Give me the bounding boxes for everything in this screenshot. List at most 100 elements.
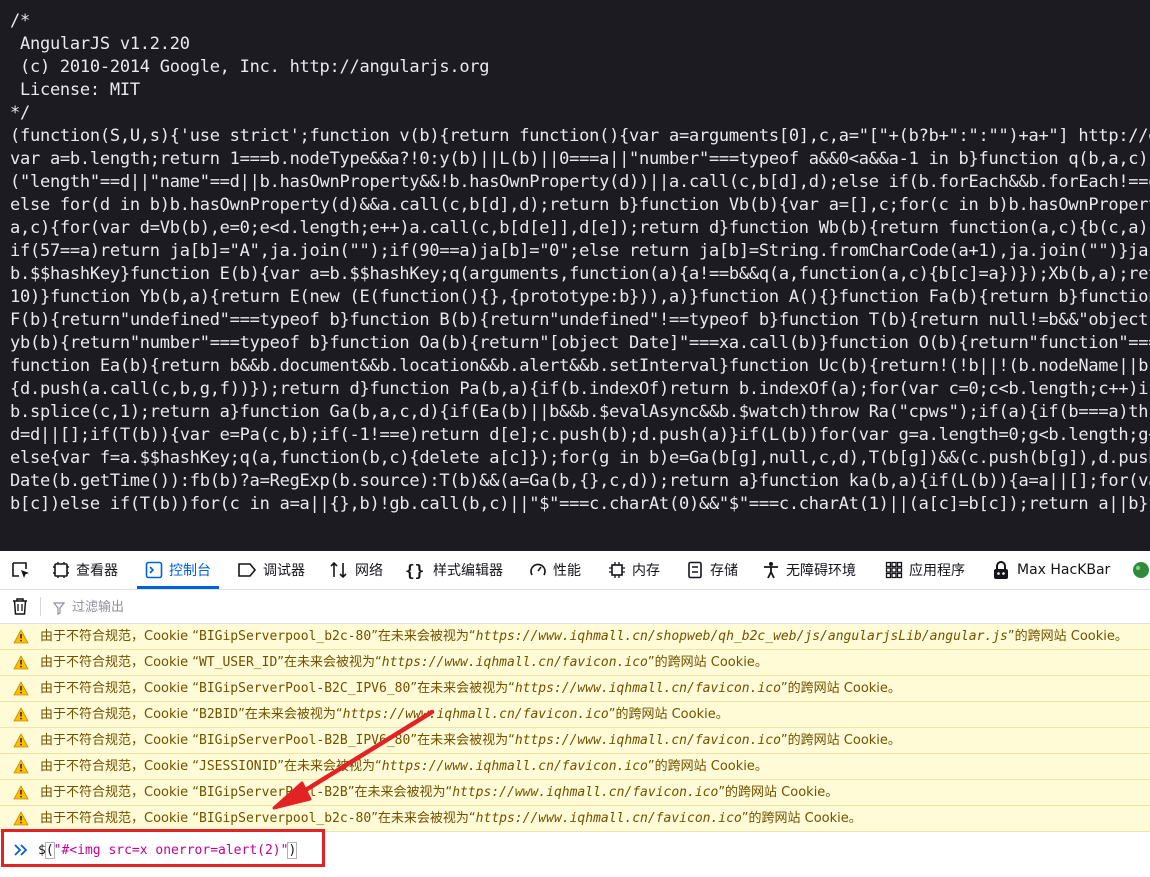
warning-prefix: 由于不符合规范，Cookie “ xyxy=(40,655,199,670)
warning-suffix: ”的跨网站 Cookie。 xyxy=(647,655,768,670)
warning-icon xyxy=(13,707,29,722)
extension-icon xyxy=(1133,562,1149,578)
tab-network-label: 网络 xyxy=(355,563,383,579)
input-close-paren: ) xyxy=(287,842,298,859)
tab-extension[interactable] xyxy=(1132,551,1150,589)
tab-debugger[interactable]: 调试器 xyxy=(237,551,305,589)
tab-style-editor[interactable]: {} 样式编辑器 xyxy=(405,551,503,589)
warning-prefix: 由于不符合规范，Cookie “ xyxy=(40,629,199,644)
tab-accessibility-label: 无障碍环境 xyxy=(786,563,856,579)
tab-max-hackbar[interactable]: Max HacKBar xyxy=(991,551,1110,589)
tab-memory-label: 内存 xyxy=(632,563,660,579)
cookie-name: BIGipServerPool-B2B_IPV6_80 xyxy=(199,733,411,748)
console-warning-message[interactable]: 由于不符合规范，Cookie “BIGipServerPool-B2B”在未来会… xyxy=(0,780,1150,806)
warning-icon xyxy=(13,681,29,696)
console-input-row[interactable]: $("#<img src=x onerror=alert(2)") xyxy=(0,834,1150,877)
tab-inspector[interactable]: 查看器 xyxy=(52,551,118,589)
source-code-line: else{var f=a.$$hashKey;q(a,function(b,c)… xyxy=(10,448,1150,468)
source-code-line: b.splice(c,1);return a}function Ga(b,a,c… xyxy=(10,402,1150,422)
tab-console-label: 控制台 xyxy=(169,563,211,579)
warning-url[interactable]: https://www.iqhmall.cn/favicon.ico xyxy=(343,707,609,722)
console-icon xyxy=(145,561,163,579)
clear-console-button[interactable] xyxy=(11,597,29,620)
warning-url[interactable]: https://www.iqhmall.cn/favicon.ico xyxy=(382,655,648,670)
cookie-name: B2BID xyxy=(199,707,239,722)
warning-suffix: ”的跨网站 Cookie。 xyxy=(780,733,901,748)
warning-middle: ”在未来会被视为“ xyxy=(410,733,515,748)
console-warning-message[interactable]: 由于不符合规范，Cookie “B2BID”在未来会被视为“https://ww… xyxy=(0,702,1150,728)
warning-middle: ”在未来会被视为“ xyxy=(347,785,453,800)
warning-text: 由于不符合规范，Cookie “BIGipServerPool-B2B_IPV6… xyxy=(40,728,901,753)
input-open-paren: ( xyxy=(44,842,55,859)
tab-console[interactable]: 控制台 xyxy=(137,551,219,589)
tab-application-label: 应用程序 xyxy=(909,563,965,579)
warning-url[interactable]: https://www.iqhmall.cn/shopweb/qh_b2c_we… xyxy=(476,629,1008,644)
tab-max-hackbar-label: Max HacKBar xyxy=(1017,562,1111,578)
source-code-line: yb(b){return"number"===typeof b}function… xyxy=(10,333,1150,353)
warning-suffix: ”的跨网站 Cookie。 xyxy=(647,759,768,774)
console-input[interactable]: $("#<img src=x onerror=alert(2)") xyxy=(38,841,298,861)
cookie-name: BIGipServerpool_b2c-80 xyxy=(199,811,372,826)
warning-text: 由于不符合规范，Cookie “B2BID”在未来会被视为“https://ww… xyxy=(40,702,729,727)
tab-debugger-label: 调试器 xyxy=(263,563,305,579)
console-warning-message[interactable]: 由于不符合规范，Cookie “WT_USER_ID”在未来会被视为“https… xyxy=(0,650,1150,676)
input-string-token: "#<img src=x onerror=alert(2)" xyxy=(53,843,289,858)
source-code-line: a,c){for(var d=Vb(b),e=0;e<d.length;e++)… xyxy=(10,218,1150,238)
warning-icon xyxy=(13,733,29,748)
source-code-line: {d.push(a.call(c,b,g,f))});return d}func… xyxy=(10,379,1150,399)
svg-text:{}: {} xyxy=(405,561,424,579)
warning-suffix: ”的跨网站 Cookie。 xyxy=(1007,629,1128,644)
console-warning-message[interactable]: 由于不符合规范，Cookie “BIGipServerpool_b2c-80”在… xyxy=(0,806,1150,832)
warning-url[interactable]: https://www.iqhmall.cn/favicon.ico xyxy=(476,811,742,826)
warning-icon xyxy=(13,629,29,644)
tab-memory[interactable]: 内存 xyxy=(608,551,660,589)
warning-middle: ”在未来会被视为“ xyxy=(277,655,382,670)
source-code-line: d=d||[];if(T(b)){var e=Pa(c,b);if(-1!==e… xyxy=(10,425,1150,445)
warning-icon xyxy=(13,811,29,826)
tab-accessibility[interactable]: 无障碍环境 xyxy=(762,551,856,589)
accessibility-icon xyxy=(764,562,778,579)
tab-style-editor-label: 样式编辑器 xyxy=(433,563,503,579)
source-code-line: 10)}function Yb(b,a){return E(new (E(fun… xyxy=(10,287,1150,307)
prompt-chevron-icon xyxy=(14,844,28,856)
warning-url[interactable]: https://www.iqhmall.cn/favicon.ico xyxy=(515,733,781,748)
console-warning-message[interactable]: 由于不符合规范，Cookie “JSESSIONID”在未来会被视为“https… xyxy=(0,754,1150,780)
warning-icon xyxy=(13,759,29,774)
warning-text: 由于不符合规范，Cookie “BIGipServerPool-B2B”在未来会… xyxy=(40,780,838,805)
console-warning-message[interactable]: 由于不符合规范，Cookie “BIGipServerPool-B2B_IPV6… xyxy=(0,728,1150,754)
toolbar-divider xyxy=(40,597,41,616)
hackbar-icon xyxy=(994,561,1008,579)
source-code-line: AngularJS v1.2.20 xyxy=(10,34,190,54)
warning-middle: ”在未来会被视为“ xyxy=(371,811,476,826)
filter-output-input[interactable] xyxy=(70,596,474,618)
input-function-token: $ xyxy=(38,843,46,858)
warning-text: 由于不符合规范，Cookie “BIGipServerpool_b2c-80”在… xyxy=(40,624,1128,649)
source-code-line: b.$$hashKey}function E(b){var a=b.$$hash… xyxy=(10,264,1150,284)
devtools-toolbar: 查看器 控制台 调试器 网络 {} 样式编辑器 性能 内存 存储 无障碍环境 应… xyxy=(0,551,1150,590)
element-picker-button[interactable] xyxy=(11,551,37,589)
warning-middle: ”在未来会被视为“ xyxy=(410,681,515,696)
warning-url[interactable]: https://www.iqhmall.cn/favicon.ico xyxy=(382,759,648,774)
storage-icon xyxy=(688,561,702,579)
console-warning-message[interactable]: 由于不符合规范，Cookie “BIGipServerPool-B2C_IPV6… xyxy=(0,676,1150,702)
source-code-line: var a=b.length;return 1===b.nodeType&&a?… xyxy=(10,149,1150,169)
warning-middle: ”在未来会被视为“ xyxy=(277,759,382,774)
source-code-line: ("length"==d||"name"==d||b.hasOwnPropert… xyxy=(10,172,1150,192)
warning-url[interactable]: https://www.iqhmall.cn/favicon.ico xyxy=(452,785,718,800)
filter-icon xyxy=(52,600,66,619)
tab-network[interactable]: 网络 xyxy=(329,551,383,589)
warning-url[interactable]: https://www.iqhmall.cn/favicon.ico xyxy=(515,681,781,696)
tab-application[interactable]: 应用程序 xyxy=(885,551,965,589)
warning-suffix: ”的跨网站 Cookie。 xyxy=(780,681,901,696)
source-code-line: (c) 2010-2014 Google, Inc. http://angula… xyxy=(10,57,490,77)
cookie-name: BIGipServerPool-B2C_IPV6_80 xyxy=(199,681,411,696)
console-warning-message[interactable]: 由于不符合规范，Cookie “BIGipServerpool_b2c-80”在… xyxy=(0,624,1150,650)
memory-icon xyxy=(609,562,625,578)
warning-icon xyxy=(13,655,29,670)
tab-performance[interactable]: 性能 xyxy=(529,551,581,589)
warning-prefix: 由于不符合规范，Cookie “ xyxy=(40,759,199,774)
warning-middle: ”在未来会被视为“ xyxy=(371,629,476,644)
source-view[interactable]: /* AngularJS v1.2.20 (c) 2010-2014 Googl… xyxy=(0,0,1150,551)
source-code-line: else for(d in b)b.hasOwnProperty(d)&&a.c… xyxy=(10,195,1150,215)
tab-storage[interactable]: 存储 xyxy=(686,551,738,589)
